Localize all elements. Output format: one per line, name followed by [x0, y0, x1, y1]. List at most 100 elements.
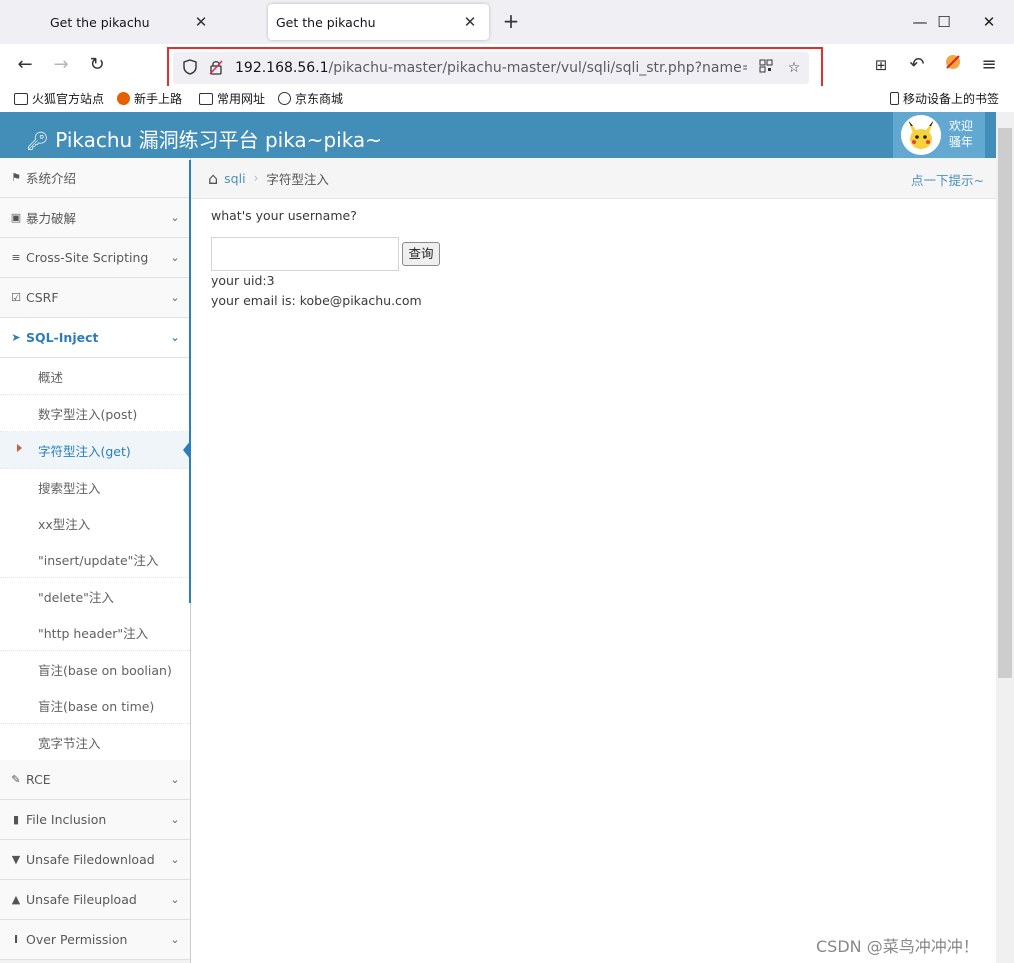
file-icon: ▮: [12, 813, 20, 826]
browser-tab-2-active[interactable]: Get the pikachu ✕: [268, 4, 489, 40]
brand-title[interactable]: 🔑︎ Pikachu 漏洞练习平台 pika~pika~: [26, 124, 382, 153]
submenu-item-search[interactable]: 搜索型注入: [0, 469, 190, 506]
bookmark-item[interactable]: 新手上路: [117, 90, 182, 107]
bookmark-item[interactable]: 火狐官方站点: [14, 90, 104, 107]
back-arrow-icon[interactable]: ←: [13, 53, 37, 77]
shield-icon[interactable]: [181, 59, 199, 77]
text-cursor-icon: I: [13, 933, 19, 946]
sidebar: ⚑ 系统介绍 ▣ 暴力破解 ⌄ ≡ Cross-Site Scripting ⌄…: [0, 158, 191, 963]
reload-icon[interactable]: ↻: [85, 53, 109, 77]
sidebar-item-unsafe-fileupload[interactable]: ▲ Unsafe Fileupload ⌄: [0, 880, 190, 920]
bookmark-item[interactable]: 京东商城: [278, 90, 343, 107]
chevron-down-icon: ⌄: [170, 773, 180, 786]
submenu-item-blind-time[interactable]: 盲注(base on time): [0, 687, 190, 724]
sidebar-item-label: Cross-Site Scripting: [26, 250, 149, 265]
mobile-bookmarks[interactable]: 移动设备上的书签: [890, 90, 999, 107]
bookmarks-bar: 火狐官方站点 新手上路 常用网址 京东商城 移动设备上的书签: [0, 86, 1014, 112]
breadcrumb: ⌂ sqli › 字符型注入 点一下提示~: [191, 158, 996, 199]
sidebar-item-csrf[interactable]: ☑ CSRF ⌄: [0, 278, 190, 318]
folder-icon: [199, 92, 213, 105]
welcome-text: 欢迎 骚年: [949, 118, 973, 150]
result-uid: your uid:3: [211, 273, 275, 288]
query-button[interactable]: 查询: [402, 242, 440, 266]
bookmark-label: 新手上路: [134, 92, 183, 106]
tags-icon: ⚑: [11, 171, 21, 184]
sidebar-item-xss[interactable]: ≡ Cross-Site Scripting ⌄: [0, 238, 190, 278]
caret-right-icon: [17, 444, 22, 452]
chevron-down-icon: ⌄: [170, 291, 180, 304]
new-tab-plus-icon[interactable]: +: [500, 10, 522, 32]
chevron-down-icon: ⌄: [170, 251, 180, 264]
folder-icon: [14, 92, 28, 105]
scrollbar-thumb[interactable]: [998, 128, 1012, 678]
sidebar-item-rce[interactable]: ✎ RCE ⌄: [0, 760, 190, 800]
sidebar-item-bruteforce[interactable]: ▣ 暴力破解 ⌄: [0, 198, 190, 238]
user-menu[interactable]: 欢迎 骚年: [893, 112, 985, 158]
sidebar-item-file-inclusion[interactable]: ▮ File Inclusion ⌄: [0, 800, 190, 840]
globe-icon: [278, 92, 291, 105]
menu-hamburger-icon[interactable]: ≡: [977, 53, 1001, 77]
sidebar-item-over-permission[interactable]: I Over Permission ⌄: [0, 920, 190, 960]
sidebar-item-label: 系统介绍: [26, 171, 77, 186]
submenu-item-insert-update[interactable]: "insert/update"注入: [0, 541, 190, 578]
submenu-item-wide-byte[interactable]: 宽字节注入: [0, 724, 190, 761]
maximize-icon[interactable]: ☐: [921, 10, 967, 34]
submenu-item-blind-boolean[interactable]: 盲注(base on boolian): [0, 651, 190, 688]
insecure-lock-icon[interactable]: [207, 59, 225, 77]
chevron-down-icon: ⌄: [170, 211, 180, 224]
browser-tab-1[interactable]: Get the pikachu ✕: [0, 4, 220, 40]
firefox-icon: [117, 92, 130, 105]
submenu-label: "delete"注入: [38, 589, 114, 605]
window-close-icon[interactable]: ✕: [966, 10, 1012, 34]
sidebar-item-label: File Inclusion: [26, 812, 107, 827]
tab-title: Get the pikachu: [50, 14, 150, 30]
qr-code-icon[interactable]: [757, 59, 775, 77]
url-field[interactable]: 192.168.56.1/pikachu-master/pikachu-mast…: [173, 52, 809, 84]
tab-close-icon[interactable]: ✕: [192, 13, 210, 31]
chevron-down-icon: ⌄: [170, 933, 180, 946]
url-host: 192.168.56.1: [235, 60, 329, 76]
submenu-item-xx[interactable]: xx型注入: [0, 505, 190, 542]
breadcrumb-current: 字符型注入: [266, 171, 329, 187]
bookmark-label: 移动设备上的书签: [903, 92, 1000, 106]
submenu-label: 盲注(base on time): [38, 698, 155, 714]
submenu-item-numeric-post[interactable]: 数字型注入(post): [0, 395, 190, 432]
result-email: your email is: kobe@pikachu.com: [211, 293, 422, 308]
submenu-item-string-get[interactable]: 字符型注入(get): [0, 432, 191, 469]
tab-close-icon[interactable]: ✕: [461, 13, 479, 31]
hint-link[interactable]: 点一下提示~: [911, 170, 984, 189]
sidebar-item-label: Over Permission: [26, 932, 128, 947]
share-icon: ☑: [11, 291, 21, 304]
submenu-item-http-header[interactable]: "http header"注入: [0, 614, 190, 651]
avatar: [901, 115, 941, 155]
chevron-down-icon: ⌄: [170, 893, 180, 906]
welcome-line-1: 欢迎: [949, 119, 974, 133]
submenu-item-delete[interactable]: "delete"注入: [0, 578, 190, 615]
undo-arrow-icon[interactable]: ↶: [905, 53, 929, 77]
browser-tab-bar: Get the pikachu ✕ Get the pikachu ✕ + — …: [0, 0, 1014, 44]
pencil-icon: ✎: [11, 773, 21, 786]
sidebar-item-label: Unsafe Filedownload: [26, 852, 155, 867]
username-input[interactable]: [211, 237, 399, 271]
lock-icon: ▣: [10, 211, 22, 224]
sidebar-item-label: SQL-Inject: [26, 330, 99, 345]
bookmark-item[interactable]: 常用网址: [199, 90, 265, 107]
submenu-label: "insert/update"注入: [38, 552, 159, 568]
mobile-device-icon: [890, 92, 899, 105]
submenu-item-overview[interactable]: 概述: [0, 358, 190, 395]
bookmark-label: 京东商城: [295, 92, 344, 106]
extension-block-icon[interactable]: [941, 53, 965, 77]
submenu-label: 盲注(base on boolian): [38, 662, 172, 678]
forward-arrow-icon[interactable]: →: [49, 53, 73, 77]
sidebar-item-intro[interactable]: ⚑ 系统介绍: [0, 158, 190, 198]
breadcrumb-link-sqli[interactable]: sqli: [224, 171, 245, 186]
sidebar-item-unsafe-filedownload[interactable]: ▼ Unsafe Filedownload ⌄: [0, 840, 190, 880]
home-icon[interactable]: ⌂: [208, 169, 218, 188]
list-tree-icon: ≡: [11, 251, 21, 264]
sidebar-item-sqli[interactable]: ➤ SQL-Inject ⌄: [0, 318, 190, 358]
bookmark-label: 火狐官方站点: [32, 92, 105, 106]
bookmark-star-icon[interactable]: ☆: [785, 59, 803, 77]
url-text: 192.168.56.1/pikachu-master/pikachu-mast…: [235, 60, 747, 76]
screenshot-crop-icon[interactable]: ⊞: [869, 53, 893, 77]
welcome-line-2: 骚年: [949, 135, 974, 149]
